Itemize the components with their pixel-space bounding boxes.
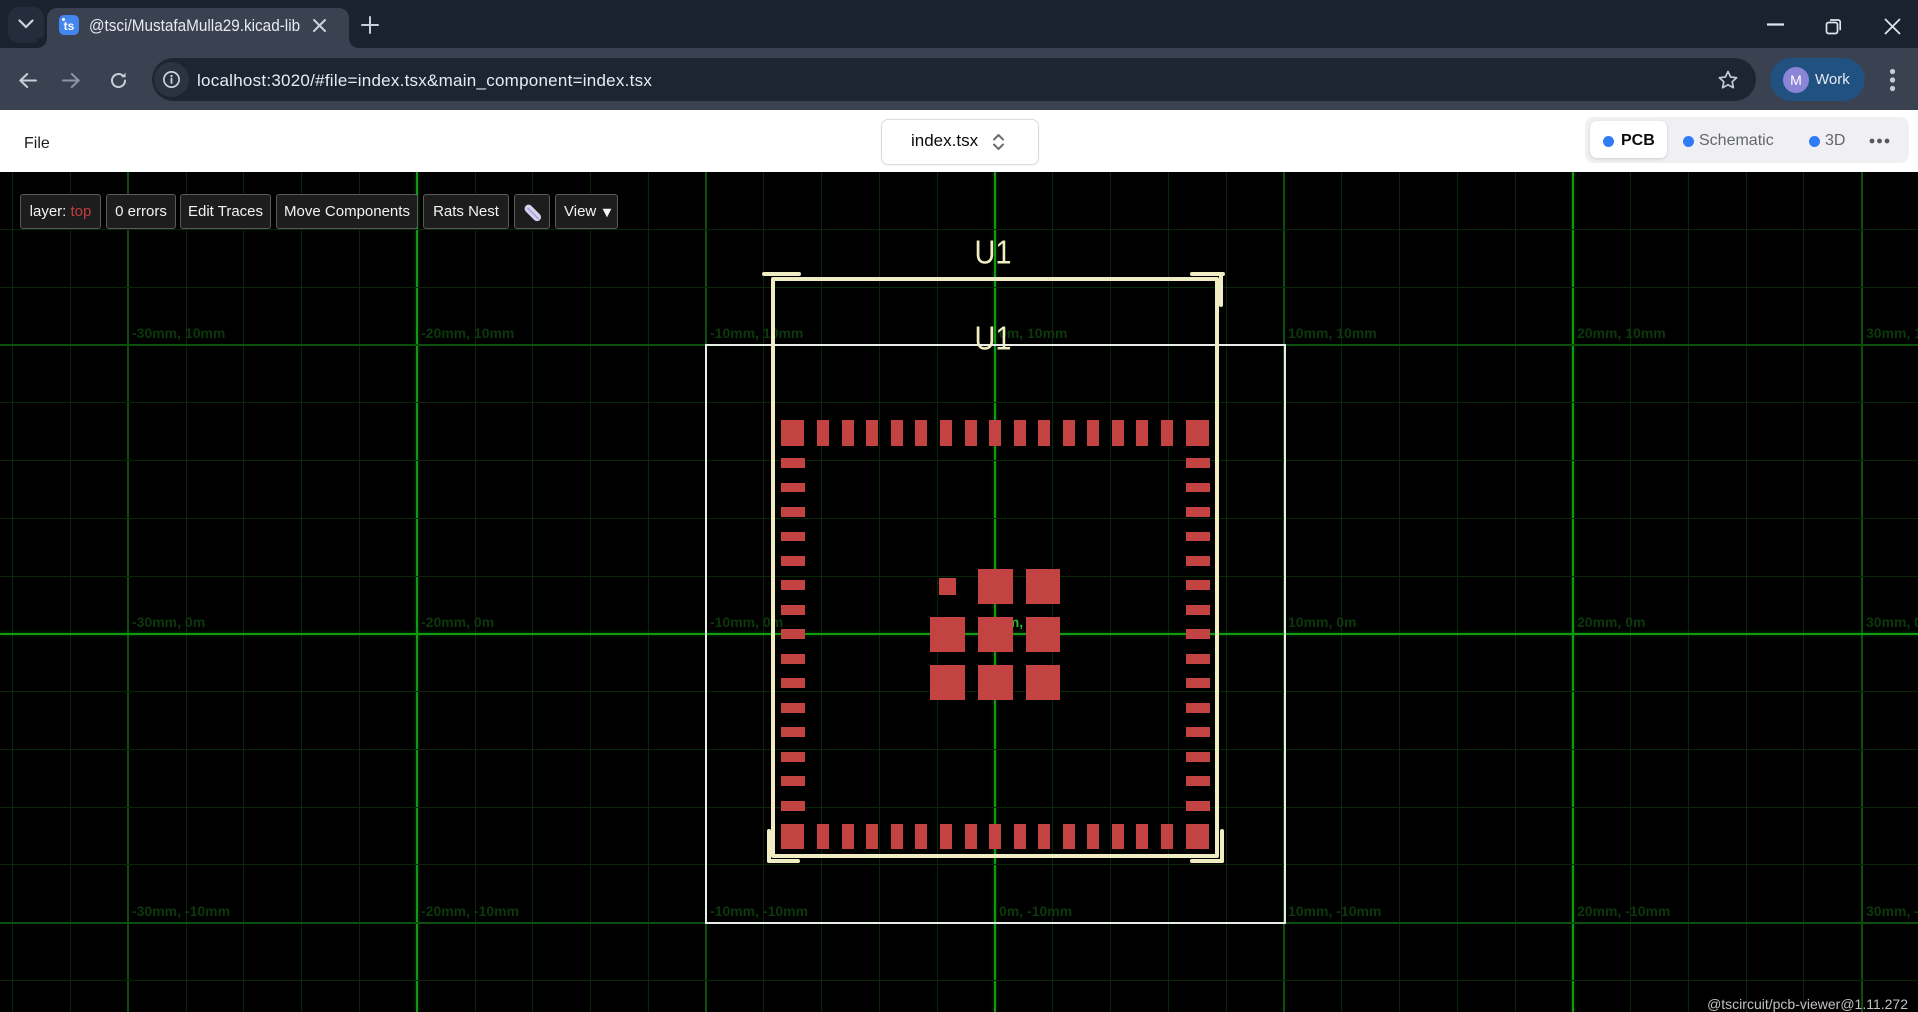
svg-text:U1: U1 — [975, 233, 1012, 270]
svg-text:U1: U1 — [975, 320, 1012, 357]
